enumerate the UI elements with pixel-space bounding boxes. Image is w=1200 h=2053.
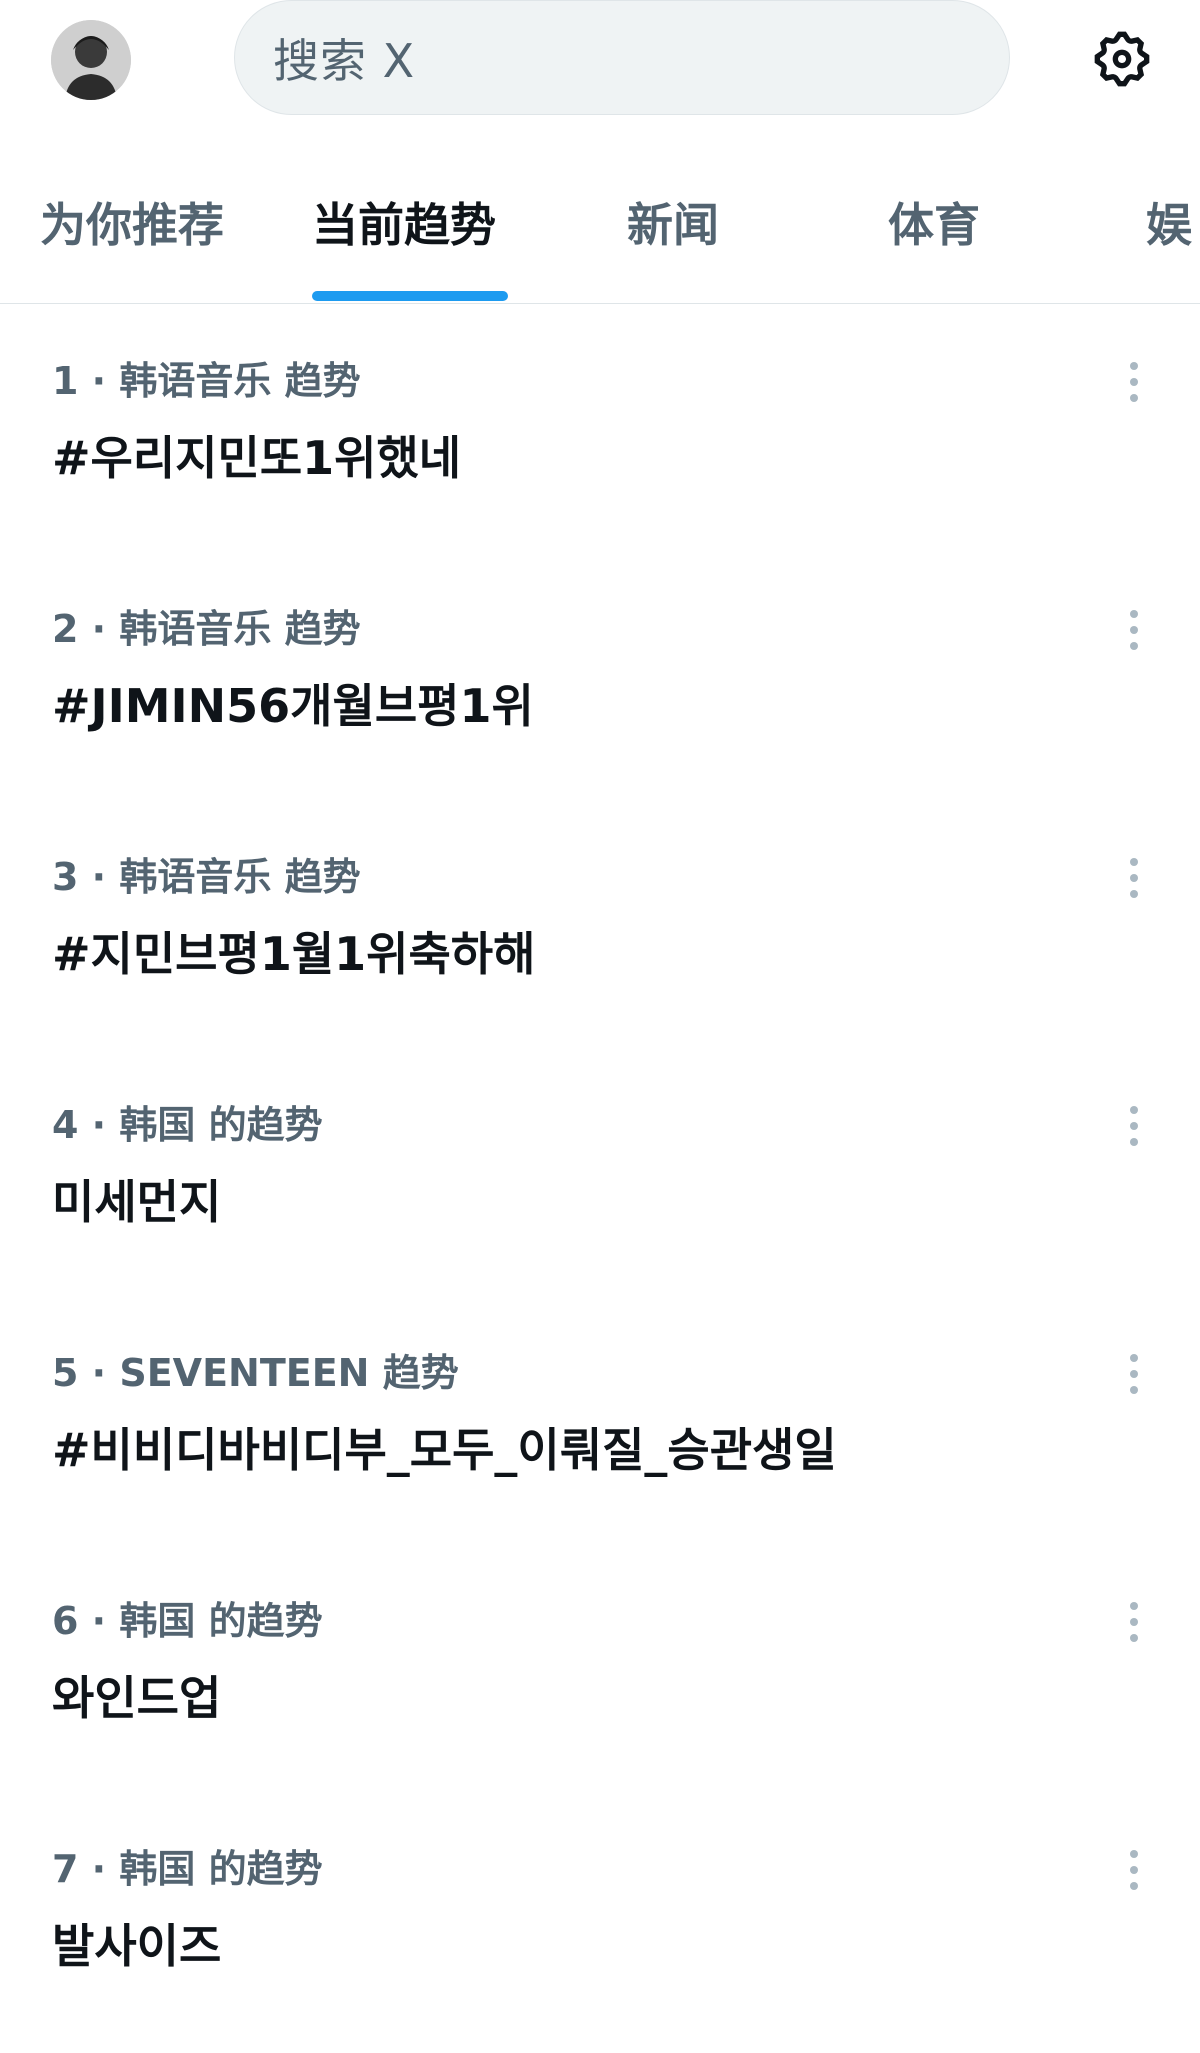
trend-context: 3 · 韩语音乐 趋势 — [52, 855, 361, 899]
trend-list: 1 · 韩语音乐 趋势 #우리지민또1위했네 2 · 韩语音乐 趋势 #JIMI… — [0, 304, 1200, 2040]
trend-context: 4 · 韩国 的趋势 — [52, 1103, 323, 1147]
tab-label: 体育 — [888, 198, 980, 252]
trend-name: #비비디바비디부_모두_이뤄질_승관생일 — [52, 1423, 837, 1477]
explore-page: 搜索 X 为你推荐 当前趋势 新闻 体育 娱 1 · 韩语音乐 趋势 #우리지민 — [0, 0, 1200, 2053]
trend-context: 5 · SEVENTEEN 趋势 — [52, 1351, 459, 1395]
gear-icon — [1094, 31, 1150, 87]
trend-name: 미세먼지 — [52, 1175, 222, 1229]
tab-label: 娱 — [1146, 198, 1192, 252]
settings-button[interactable] — [1087, 24, 1157, 94]
trend-item[interactable]: 2 · 韩语音乐 趋势 #JIMIN56개월브평1위 — [0, 552, 1200, 800]
tab-trending[interactable]: 当前趋势 — [312, 180, 508, 304]
active-tab-indicator — [312, 291, 508, 301]
avatar-image — [51, 20, 131, 100]
tab-label: 为你推荐 — [40, 198, 224, 252]
trend-context: 1 · 韩语音乐 趋势 — [52, 359, 361, 403]
more-vertical-icon[interactable] — [1114, 600, 1154, 660]
trend-name: 발사이즈 — [52, 1919, 222, 1973]
trend-name: #JIMIN56개월브평1위 — [52, 679, 534, 733]
more-vertical-icon[interactable] — [1114, 1344, 1154, 1404]
trend-item[interactable]: 3 · 韩语音乐 趋势 #지민브평1월1위축하해 — [0, 800, 1200, 1048]
trend-context: 6 · 韩国 的趋势 — [52, 1599, 323, 1643]
tab-label: 新闻 — [627, 198, 719, 252]
trend-name: 와인드업 — [52, 1671, 222, 1725]
trend-name: #지민브평1월1위축하해 — [52, 927, 536, 981]
trend-item[interactable]: 1 · 韩语音乐 趋势 #우리지민또1위했네 — [0, 304, 1200, 552]
explore-tabs: 为你推荐 当前趋势 新闻 体育 娱 — [0, 180, 1200, 304]
search-placeholder: 搜索 X — [273, 33, 416, 88]
more-vertical-icon[interactable] — [1114, 1096, 1154, 1156]
top-bar: 搜索 X — [0, 0, 1200, 115]
tab-label: 当前趋势 — [312, 198, 496, 252]
search-bar[interactable]: 搜索 X — [234, 0, 1010, 115]
more-vertical-icon[interactable] — [1114, 352, 1154, 412]
trend-item[interactable]: 7 · 韩国 的趋势 발사이즈 — [0, 1792, 1200, 2040]
tab-entertainment[interactable]: 娱 — [1146, 180, 1200, 304]
trend-context: 2 · 韩语音乐 趋势 — [52, 607, 361, 651]
trend-item[interactable]: 6 · 韩国 的趋势 와인드업 — [0, 1544, 1200, 1792]
trend-context: 7 · 韩国 的趋势 — [52, 1847, 323, 1891]
trend-item[interactable]: 4 · 韩国 的趋势 미세먼지 — [0, 1048, 1200, 1296]
more-vertical-icon[interactable] — [1114, 848, 1154, 908]
tab-news[interactable]: 新闻 — [627, 180, 725, 304]
tab-for-you[interactable]: 为你推荐 — [40, 180, 236, 304]
trend-name: #우리지민또1위했네 — [52, 431, 462, 485]
more-vertical-icon[interactable] — [1114, 1840, 1154, 1900]
avatar[interactable] — [51, 20, 131, 100]
trend-item[interactable]: 5 · SEVENTEEN 趋势 #비비디바비디부_모두_이뤄질_승관생일 — [0, 1296, 1200, 1544]
more-vertical-icon[interactable] — [1114, 1592, 1154, 1652]
tab-sports[interactable]: 体育 — [888, 180, 986, 304]
